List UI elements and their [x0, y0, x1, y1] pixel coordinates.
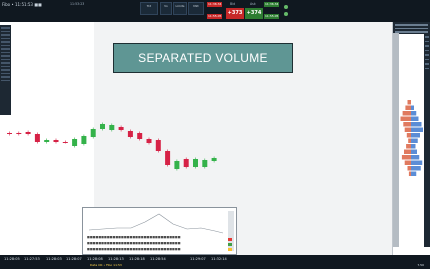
candle	[137, 133, 143, 139]
svg-text:■■■■■■■■■■■■■■■■■■■■■■■■■■■■■■: ■■■■■■■■■■■■■■■■■■■■■■■■■■■■■■■■■	[87, 247, 181, 251]
time-label: 11:27:53	[24, 257, 40, 261]
ask-label: Ask	[250, 2, 256, 6]
bid-time: 11:55.05	[207, 14, 223, 19]
volume-profile-bid-bar	[411, 122, 422, 127]
candle	[193, 159, 198, 167]
separated-volume-banner: SEPARATED VOLUME	[113, 43, 293, 73]
toolbar-button-mkt[interactable]: Mkt	[188, 2, 204, 15]
time-label: 11:28:03	[46, 257, 62, 261]
toolbar-button-vo[interactable]: Vo	[160, 2, 172, 15]
volume-profile-bid-bar	[411, 138, 418, 143]
status-value: 7.50	[417, 263, 424, 267]
candle	[127, 131, 133, 137]
time-label: 11:28:05	[4, 257, 20, 261]
volume-profile-ask-bar	[400, 116, 411, 121]
footprint-mini-chart: ■■■■■■■■■■■■■■■■■■■■■■■■■■■■■■■■■ ■■■■■■…	[87, 211, 234, 251]
bid-size: 11:36.34	[207, 2, 223, 7]
volume-profile-ask-bar	[404, 160, 411, 165]
ask-time: 11:55.05	[264, 14, 280, 19]
toolbar-button-limits[interactable]: Limits	[173, 2, 187, 15]
volume-profile-ask-bar	[402, 111, 411, 116]
time-label: 11:28:07	[66, 257, 82, 261]
bid-price-button[interactable]: +373	[226, 8, 244, 19]
time-axis-bar: 11:28:05 11:27:53 11:28:03 11:28:07 11:2…	[0, 255, 430, 269]
volume-profile-ask-bar	[407, 166, 411, 171]
volume-profile-ask-bar	[401, 155, 411, 160]
candle	[7, 133, 12, 134]
toolbar-button-trd[interactable]: Trd	[140, 2, 158, 15]
ask-price-button[interactable]: +374	[245, 8, 263, 19]
volume-profile-ask-bar	[408, 138, 411, 143]
volume-profile-bid-bar	[411, 116, 419, 121]
volume-profile-ask-bar	[404, 127, 411, 132]
candle	[16, 133, 22, 134]
top-toolbar: Fibo • 11:51:53 ■■ 11:53:23 Trd Vo Limit…	[0, 0, 430, 22]
volume-profile-bid-bar	[411, 144, 416, 149]
svg-text:■■■■■■■■■■■■■■■■■■■■■■■■■■■■■■: ■■■■■■■■■■■■■■■■■■■■■■■■■■■■■■■■■	[87, 235, 181, 239]
volume-profile-bid-bar	[411, 127, 423, 132]
toolbar-button-label: Limits	[175, 4, 185, 8]
time-label: 11:28:54	[150, 257, 166, 261]
candle	[72, 139, 78, 146]
candle	[211, 158, 217, 161]
toolbar-button-label: Trd	[146, 4, 152, 8]
volume-profile-ask-bar	[407, 100, 411, 105]
candle	[53, 140, 59, 142]
price-axis-strip[interactable]	[424, 33, 430, 247]
volume-profile-bars	[400, 100, 423, 176]
candle	[183, 159, 189, 167]
candle	[62, 142, 68, 143]
bid-label: Bid	[230, 2, 236, 6]
candle	[118, 127, 124, 130]
candle	[81, 136, 87, 144]
footprint-mini-panel: ■■■■■■■■■■■■■■■■■■■■■■■■■■■■■■■■■ ■■■■■■…	[82, 207, 237, 255]
candle	[165, 151, 171, 165]
candle	[146, 139, 152, 143]
candle	[44, 140, 50, 142]
connection-status-icon	[284, 5, 288, 9]
volume-profile-bid-bar	[411, 133, 420, 138]
time-label: 11:29:07	[190, 257, 206, 261]
volume-profile-ask-bar	[403, 122, 411, 127]
candle	[100, 124, 105, 129]
time-label: 11:32:14	[211, 257, 227, 261]
volume-profile-bid-bar	[411, 149, 417, 154]
ask-size: 11:36.34	[264, 2, 280, 7]
candle	[202, 160, 208, 167]
candle	[25, 132, 31, 134]
candle	[34, 134, 40, 142]
toolbar-button-label: Mkt	[193, 4, 199, 8]
volume-profile-bid-bar	[411, 171, 417, 176]
data-status-icon	[284, 12, 288, 16]
volume-profile-bid-bar	[411, 166, 421, 171]
volume-profile-bid-bar	[411, 155, 420, 160]
volume-profile-ask-bar	[406, 144, 411, 149]
toolbar-button-label: Vo	[164, 4, 168, 8]
time-label: 11:28:13	[108, 257, 124, 261]
volume-profile-ask-bar	[408, 171, 411, 176]
clock: 11:53:23	[70, 2, 85, 6]
volume-profile-ask-bar	[404, 149, 411, 154]
candle	[174, 161, 180, 169]
volume-profile-bid-bar	[411, 160, 423, 165]
volume-profile-ask-bar	[406, 133, 411, 138]
svg-text:■■■■■■■■■■■■■■■■■■■■■■■■■■■■■■: ■■■■■■■■■■■■■■■■■■■■■■■■■■■■■■■■■	[87, 241, 181, 245]
status-text: Data OK • Fibo 11:53	[90, 263, 122, 267]
candle	[155, 140, 161, 151]
candle	[109, 125, 115, 130]
time-label: 11:28:08	[87, 257, 103, 261]
candle	[90, 129, 96, 137]
volume-profile-bid-bar	[411, 105, 414, 110]
time-label: 11:28:18	[129, 257, 145, 261]
window-title: Fibo • 11:51:53 ■■	[2, 2, 42, 7]
volume-profile-bid-bar	[411, 111, 417, 116]
volume-profile-ask-bar	[405, 105, 411, 110]
